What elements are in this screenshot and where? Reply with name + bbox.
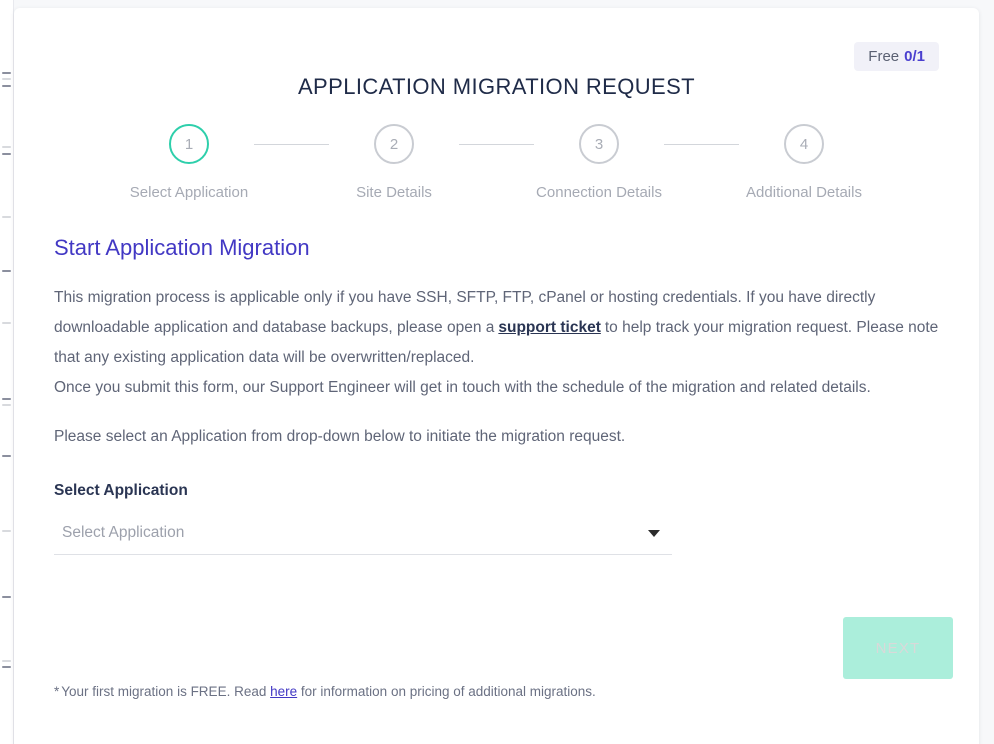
select-application-dropdown[interactable]: Select Application (54, 524, 672, 555)
sidebar-glyph (2, 660, 11, 662)
free-quota-badge: Free 0/1 (854, 42, 939, 71)
sidebar-glyph (2, 596, 11, 598)
migration-request-modal: Free 0/1 APPLICATION MIGRATION REQUEST 1 … (14, 8, 979, 744)
footnote-asterisk: * (54, 684, 60, 699)
description-paragraph-2: Once you submit this form, our Support E… (54, 379, 871, 396)
sidebar-glyph (2, 72, 11, 74)
sidebar-glyph (2, 455, 11, 457)
background-sidebar (0, 0, 14, 744)
step-1-label: Select Application (129, 184, 249, 201)
sidebar-glyph (2, 270, 11, 272)
sidebar-glyph (2, 322, 11, 324)
step-3-circle: 3 (579, 124, 619, 164)
footnote-text-before: Your first migration is FREE. Read (61, 684, 267, 699)
pricing-here-link[interactable]: here (270, 684, 297, 699)
free-badge-label: Free (868, 48, 900, 65)
stepper-connector-2-3 (459, 144, 534, 145)
page-root: Free 0/1 APPLICATION MIGRATION REQUEST 1 … (0, 0, 994, 744)
sidebar-glyph (2, 398, 11, 400)
description-paragraph-1: This migration process is applicable onl… (54, 283, 939, 373)
step-4-circle: 4 (784, 124, 824, 164)
step-2-circle: 2 (374, 124, 414, 164)
section-heading: Start Application Migration (54, 235, 310, 260)
chevron-down-icon (648, 529, 660, 537)
sidebar-glyph (2, 530, 11, 532)
stepper-step-2[interactable]: 2 Site Details (329, 124, 459, 201)
free-badge-count: 0/1 (904, 48, 925, 65)
step-4-label: Additional Details (746, 184, 862, 201)
stepper-step-1[interactable]: 1 Select Application (124, 124, 254, 201)
sidebar-glyph (2, 153, 11, 155)
modal-body: Start Application Migration This migrati… (14, 235, 979, 555)
sidebar-glyph (2, 216, 11, 218)
stepper-connector-1-2 (254, 144, 329, 145)
step-1-circle: 1 (169, 124, 209, 164)
sidebar-glyph (2, 404, 11, 406)
stepper-connector-3-4 (664, 144, 739, 145)
next-button[interactable]: NEXT (843, 617, 953, 679)
sidebar-glyph (2, 85, 11, 87)
sidebar-glyph (2, 666, 11, 668)
stepper: 1 Select Application 2 Site Details 3 Co… (14, 124, 979, 201)
step-3-label: Connection Details (536, 184, 662, 201)
sidebar-glyph (2, 146, 11, 148)
step-2-label: Site Details (356, 184, 432, 201)
sidebar-glyph (2, 78, 11, 80)
page-title: APPLICATION MIGRATION REQUEST (297, 74, 696, 99)
stepper-step-4[interactable]: 4 Additional Details (739, 124, 869, 201)
footnote-text-after: for information on pricing of additional… (300, 684, 596, 699)
pricing-footnote: * Your first migration is FREE. Read here… (54, 684, 596, 699)
support-ticket-link[interactable]: support ticket (494, 319, 604, 336)
stepper-step-3[interactable]: 3 Connection Details (534, 124, 664, 201)
select-application-label: Select Application (54, 482, 188, 499)
description-paragraph-3: Please select an Application from drop-d… (54, 428, 626, 445)
select-application-value: Select Application (62, 524, 185, 541)
